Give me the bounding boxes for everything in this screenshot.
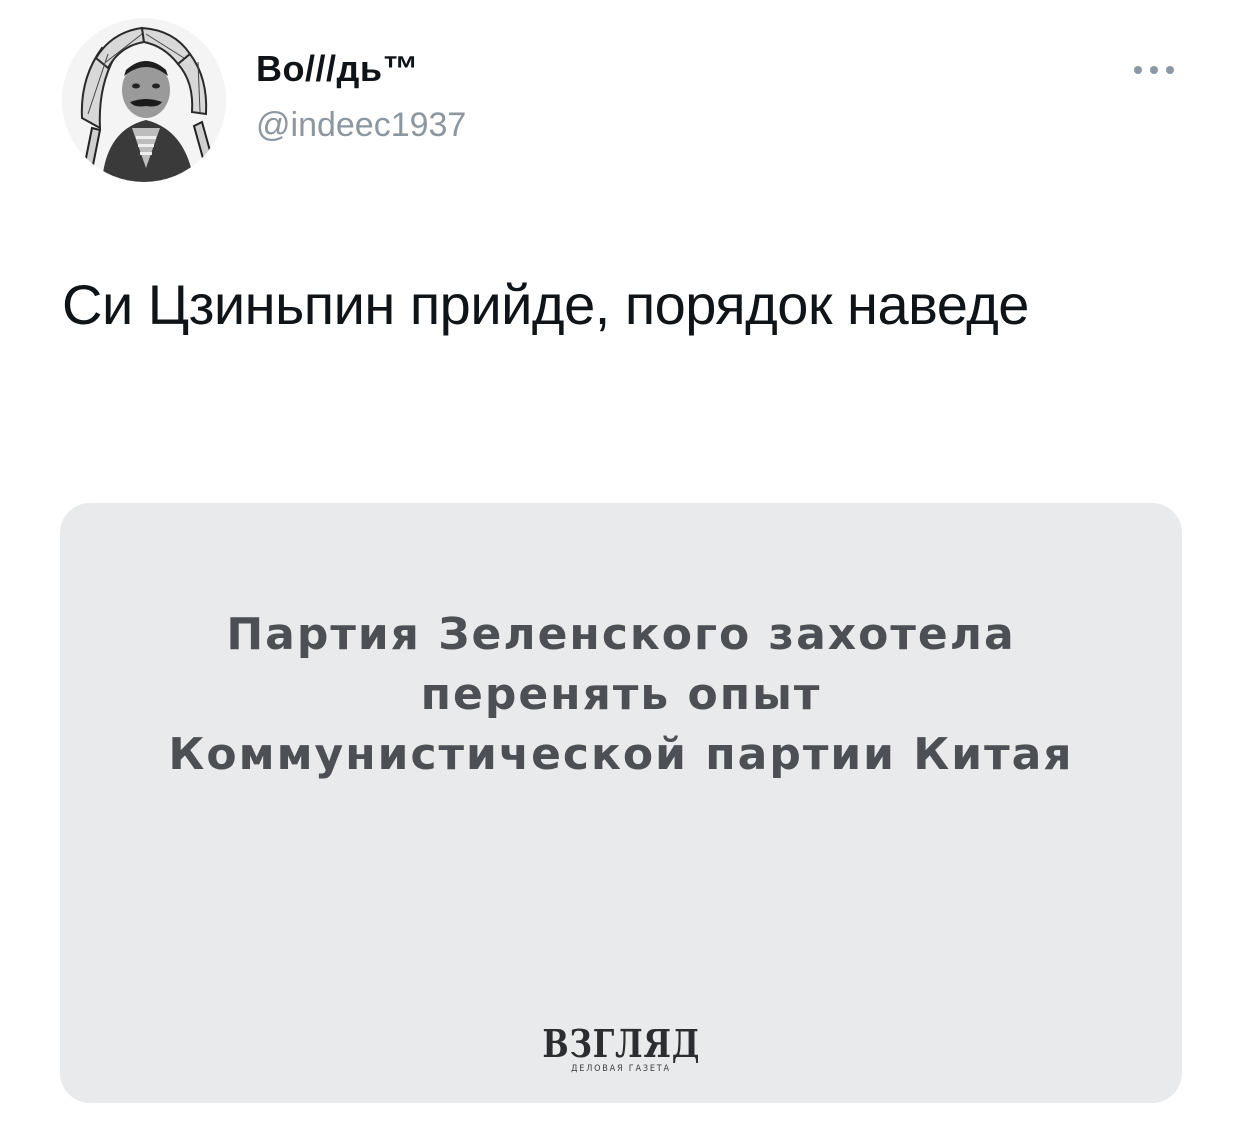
author-display-name[interactable]: Во///дь™ [256, 48, 419, 90]
vzglyad-subtitle: ДЕЛОВАЯ ГАЗЕТА [571, 1064, 671, 1074]
media-headline: Партия Зеленского захотела перенять опыт… [60, 605, 1182, 785]
author-avatar[interactable] [62, 18, 226, 182]
headline-line: перенять опыт [420, 669, 822, 720]
author-handle[interactable]: @indeec1937 [256, 106, 466, 145]
more-options-button[interactable] [1124, 52, 1184, 88]
headline-line: Партия Зеленского захотела [226, 609, 1016, 660]
headline-line: Коммунистической партии Китая [168, 729, 1074, 780]
vzglyad-logo: ВЗГЛЯД [541, 1021, 700, 1066]
media-brand: ВЗГЛЯД ДЕЛОВАЯ ГАЗЕТА [60, 1021, 1182, 1074]
tweet-text: Си Цзиньпин прийде, порядок наведе [62, 273, 1029, 336]
more-horizontal-icon [1134, 66, 1174, 74]
tweet-media-image[interactable]: Партия Зеленского захотела перенять опыт… [60, 503, 1182, 1103]
avatar-portrait-icon [62, 18, 226, 182]
